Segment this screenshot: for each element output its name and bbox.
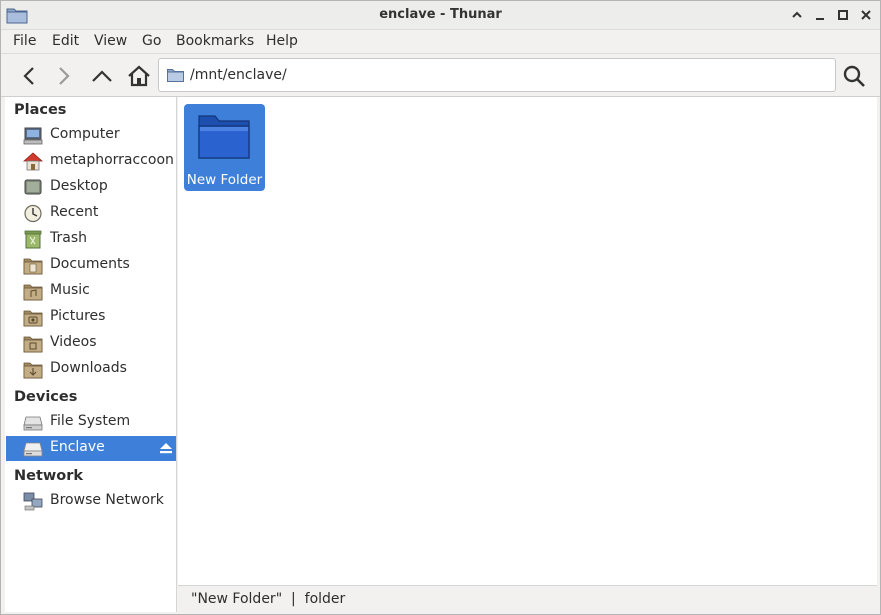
menu-bar: File Edit View Go Bookmarks Help (1, 30, 880, 54)
sidebar-item-music[interactable]: Music (6, 279, 176, 304)
toolbar: /mnt/enclave/ (1, 54, 880, 97)
sidebar-item-label: Desktop (50, 178, 108, 194)
sidebar-item-pictures[interactable]: Pictures (6, 305, 176, 330)
sidebar: Places Computer metaphorraccoon Desktop (5, 97, 177, 612)
sidebar-item-label: Downloads (50, 360, 127, 376)
back-arrow-icon (23, 67, 34, 85)
minimize-icon[interactable] (812, 7, 828, 23)
home-button[interactable] (125, 62, 153, 90)
sidebar-item-label: Browse Network (50, 492, 164, 508)
file-name: New Folder (186, 172, 263, 188)
status-bar: "New Folder" | folder (178, 585, 877, 612)
sidebar-item-label: Pictures (50, 308, 106, 324)
drive-icon (23, 416, 43, 431)
sidebar-item-computer[interactable]: Computer (6, 123, 176, 148)
downloads-folder-icon (23, 362, 43, 379)
sidebar-item-recent[interactable]: Recent (6, 201, 176, 226)
sidebar-item-downloads[interactable]: Downloads (6, 357, 176, 382)
drive-icon (23, 442, 43, 457)
clock-icon (24, 204, 42, 223)
title-bar[interactable]: enclave - Thunar (1, 1, 880, 30)
location-bar[interactable]: /mnt/enclave/ (158, 58, 836, 92)
up-arrow-icon (92, 70, 112, 82)
menu-go[interactable]: Go (140, 33, 163, 49)
sidebar-item-label: Music (50, 282, 90, 298)
sidebar-item-label: Trash (50, 230, 87, 246)
location-path[interactable]: /mnt/enclave/ (190, 67, 287, 83)
restore-icon[interactable] (835, 7, 851, 23)
places-heading: Places (14, 102, 67, 118)
home-icon (128, 65, 150, 87)
trash-icon (24, 230, 42, 249)
menu-edit[interactable]: Edit (50, 33, 81, 49)
sidebar-item-label: Computer (50, 126, 120, 142)
sidebar-item-label: Recent (50, 204, 99, 220)
file-item-new-folder[interactable]: New Folder (184, 104, 265, 191)
sidebar-item-enclave[interactable]: Enclave (6, 436, 176, 461)
back-button[interactable] (15, 62, 43, 90)
folder-icon (167, 69, 184, 82)
menu-bookmarks[interactable]: Bookmarks (174, 33, 256, 49)
sidebar-item-label: Documents (50, 256, 130, 272)
sidebar-item-label: Videos (50, 334, 97, 350)
network-heading: Network (14, 468, 84, 484)
desktop-icon (24, 179, 42, 195)
forward-arrow-icon (59, 67, 70, 85)
status-text: "New Folder" | folder (191, 591, 346, 607)
home-icon (23, 152, 43, 171)
sidebar-item-desktop[interactable]: Desktop (6, 175, 176, 200)
search-button[interactable] (840, 62, 868, 90)
pictures-folder-icon (23, 310, 43, 327)
window-title: enclave - Thunar (379, 7, 502, 22)
up-button[interactable] (88, 62, 116, 90)
sidebar-item-videos[interactable]: Videos (6, 331, 176, 356)
documents-folder-icon (23, 258, 43, 275)
sidebar-item-label: metaphorraccoon (50, 152, 174, 168)
menu-help[interactable]: Help (264, 33, 300, 49)
sidebar-item-documents[interactable]: Documents (6, 253, 176, 278)
menu-view[interactable]: View (92, 33, 129, 49)
sidebar-item-browse-network[interactable]: Browse Network (6, 489, 176, 514)
thunar-window: enclave - Thunar File Edit View Go Bookm… (0, 0, 881, 615)
search-icon (843, 65, 865, 87)
sidebar-item-home[interactable]: metaphorraccoon (6, 149, 176, 174)
maximize-up-icon[interactable] (789, 7, 805, 23)
file-view[interactable]: New Folder (178, 97, 877, 585)
network-icon (23, 492, 43, 511)
forward-button[interactable] (50, 62, 78, 90)
sidebar-item-label: Enclave (50, 439, 105, 455)
devices-heading: Devices (14, 389, 78, 405)
sidebar-item-file-system[interactable]: File System (6, 410, 176, 435)
videos-folder-icon (23, 336, 43, 353)
sidebar-item-label: File System (50, 413, 131, 429)
sidebar-item-trash[interactable]: Trash (6, 227, 176, 252)
close-icon[interactable] (858, 7, 874, 23)
music-folder-icon (23, 284, 43, 301)
folder-icon (198, 115, 250, 159)
menu-file[interactable]: File (11, 33, 38, 49)
eject-icon[interactable] (159, 441, 173, 455)
computer-icon (23, 127, 43, 145)
